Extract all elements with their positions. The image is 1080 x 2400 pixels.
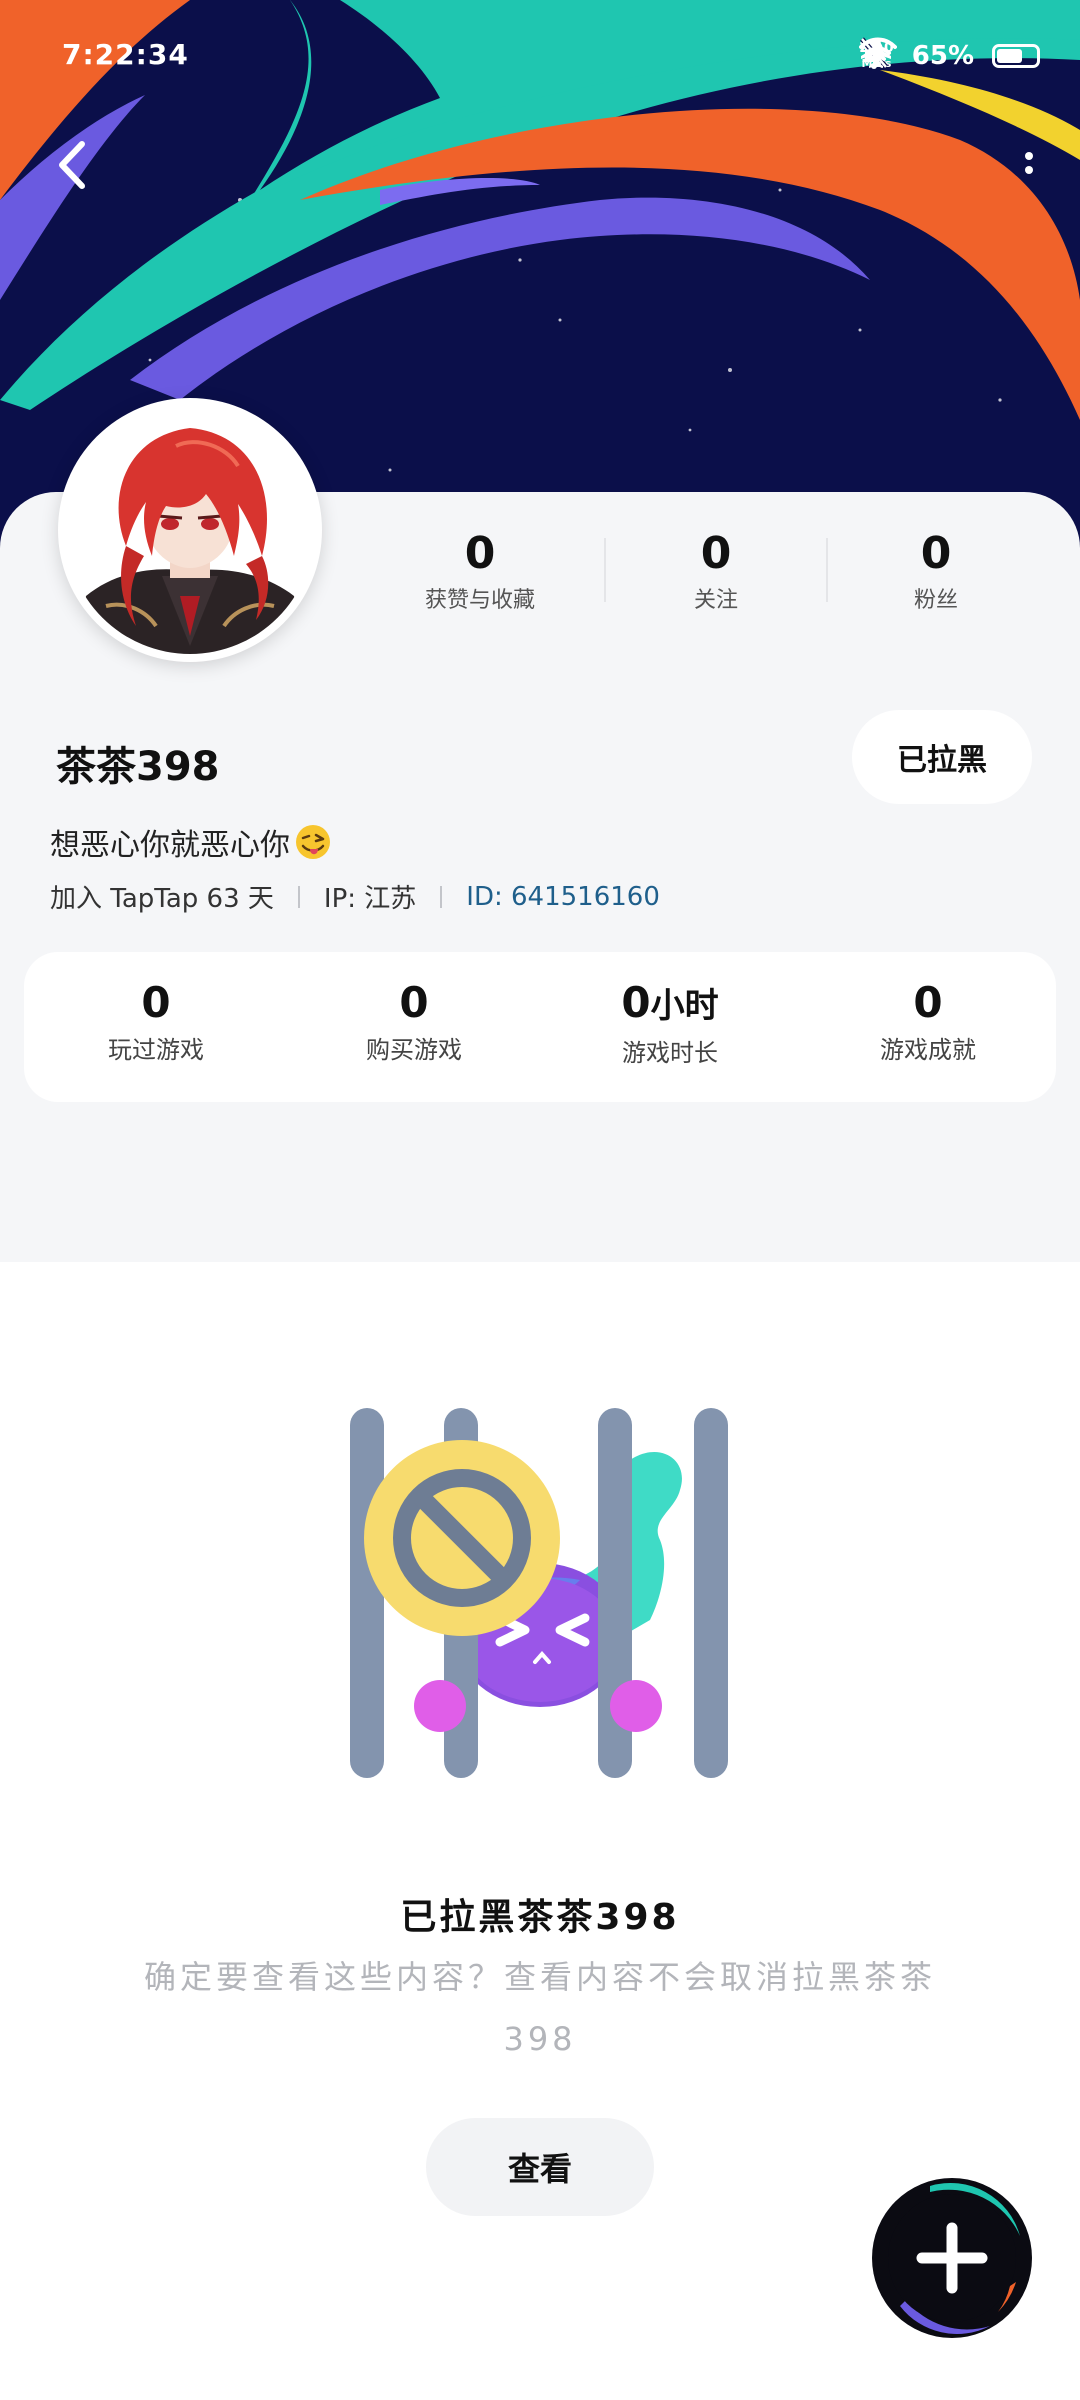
status-time: 7:22:34 bbox=[62, 38, 189, 71]
gstat-purchased-label: 购买游戏 bbox=[366, 1036, 462, 1064]
stat-likes[interactable]: 0 获赞与收藏 bbox=[380, 528, 580, 614]
status-bar: 7:22:34 2.10 MB/s bbox=[0, 0, 1080, 120]
stat-following-label: 关注 bbox=[693, 588, 738, 613]
more-options-button[interactable] bbox=[1014, 140, 1044, 200]
avatar-image bbox=[66, 406, 314, 654]
back-button[interactable] bbox=[46, 130, 100, 200]
blocked-button[interactable]: 已拉黑 bbox=[852, 710, 1032, 804]
gstat-playtime-value: 0 bbox=[621, 978, 651, 1027]
profile-page: 7:22:34 2.10 MB/s bbox=[0, 0, 1080, 2400]
stat-followers-label: 粉丝 bbox=[913, 588, 958, 613]
winking-tongue-emoji bbox=[296, 825, 330, 859]
ip-location: IP: 江苏 bbox=[323, 884, 417, 914]
profile-stats: 0 获赞与收藏 0 关注 0 粉丝 bbox=[380, 528, 1040, 618]
battery-percent: 65% bbox=[911, 41, 974, 71]
status-icons: 2.10 MB/s 65% bbox=[859, 36, 1040, 76]
stat-following-value: 0 bbox=[700, 528, 732, 579]
meta-divider bbox=[440, 885, 443, 908]
blocked-illustration bbox=[350, 1408, 728, 1778]
stat-followers-value: 0 bbox=[920, 528, 952, 579]
blocked-description: 确定要查看这些内容？查看内容不会取消拉黑茶茶398 bbox=[143, 1958, 936, 2058]
gstat-playtime-unit: 小时 bbox=[650, 986, 719, 1026]
view-content-button[interactable]: 查看 bbox=[426, 2118, 654, 2216]
bio: 想恶心你就恶心你 bbox=[50, 820, 332, 864]
blocked-title: 已拉黑茶茶398 bbox=[400, 1897, 680, 1938]
chevron-left-icon bbox=[59, 141, 85, 189]
stat-divider bbox=[826, 538, 828, 602]
gstat-playtime[interactable]: 0小时 游戏时长 bbox=[550, 978, 790, 1068]
user-id[interactable]: ID: 641516160 bbox=[466, 882, 660, 912]
gstat-purchased[interactable]: 0 购买游戏 bbox=[294, 978, 534, 1065]
wifi-icon bbox=[859, 37, 898, 67]
meta-divider bbox=[297, 885, 300, 908]
username: 茶茶398 bbox=[56, 744, 220, 790]
avatar[interactable] bbox=[58, 398, 322, 662]
game-stats-card: 0 玩过游戏 0 购买游戏 0小时 游戏时长 0 游戏成就 bbox=[24, 952, 1056, 1102]
stat-divider bbox=[604, 538, 606, 602]
gstat-achievements[interactable]: 0 游戏成就 bbox=[808, 978, 1048, 1065]
gstat-played[interactable]: 0 玩过游戏 bbox=[36, 978, 276, 1065]
stat-following[interactable]: 0 关注 bbox=[616, 528, 816, 614]
gstat-playtime-label: 游戏时长 bbox=[622, 1039, 718, 1067]
profile-meta: 加入 TapTap 63 天 IP: 江苏 ID: 641516160 bbox=[50, 878, 660, 915]
create-post-button[interactable] bbox=[870, 2176, 1034, 2340]
gstat-played-label: 玩过游戏 bbox=[108, 1036, 204, 1064]
battery-level bbox=[997, 49, 1022, 63]
stat-followers[interactable]: 0 粉丝 bbox=[836, 528, 1036, 614]
joined-text: 加入 TapTap 63 天 bbox=[50, 884, 274, 914]
stat-likes-value: 0 bbox=[464, 528, 496, 579]
more-vertical-icon bbox=[1025, 152, 1033, 174]
gstat-achievements-value: 0 bbox=[913, 978, 943, 1027]
gstat-achievements-label: 游戏成就 bbox=[880, 1036, 976, 1064]
gstat-purchased-value: 0 bbox=[399, 978, 429, 1027]
gstat-played-value: 0 bbox=[141, 978, 171, 1027]
battery-icon bbox=[992, 44, 1040, 68]
stat-likes-label: 获赞与收藏 bbox=[424, 588, 535, 613]
bio-text: 想恶心你就恶心你 bbox=[50, 828, 290, 863]
